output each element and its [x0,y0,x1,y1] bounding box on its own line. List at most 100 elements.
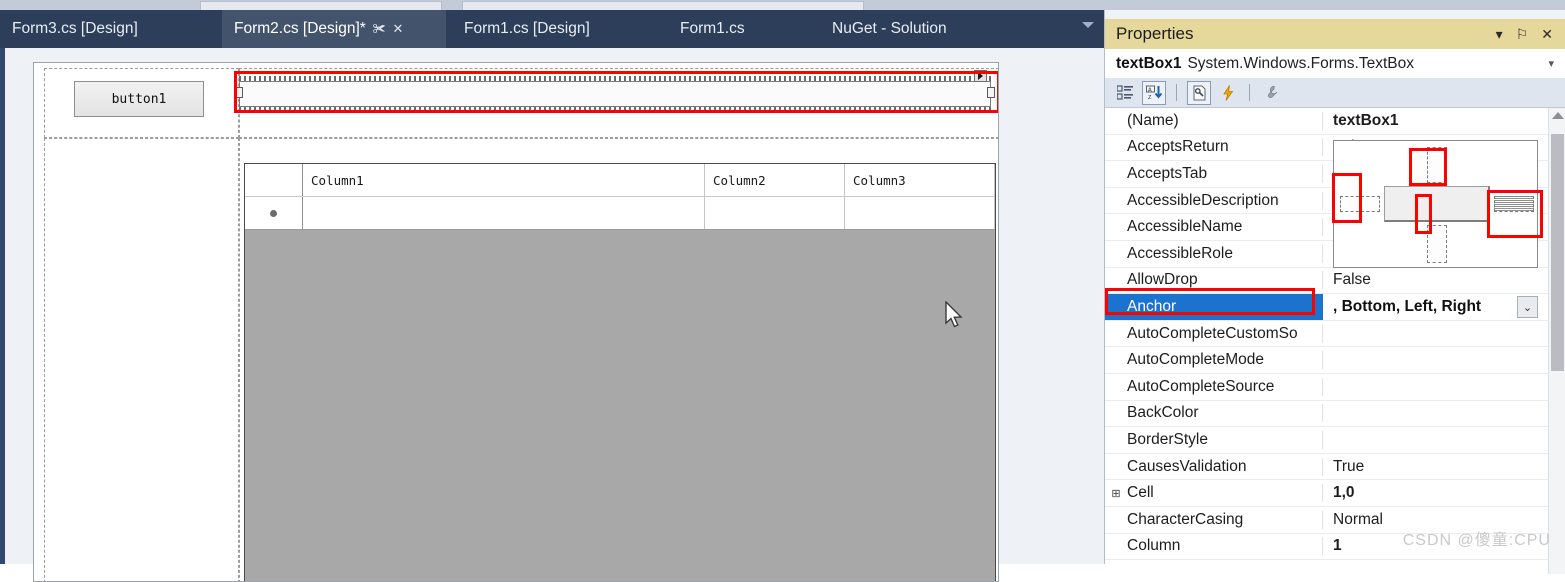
alphabetical-sort-icon[interactable]: A Z [1142,80,1166,105]
close-icon[interactable]: ✕ [393,21,404,37]
textbox1-selection-wrapper[interactable] [235,70,998,112]
tab-form1-cs[interactable]: Form1.cs [668,10,778,48]
property-row-autocompletesource[interactable]: AutoCompleteSource [1105,374,1565,401]
property-name: AutoCompleteCustomSo [1127,324,1323,343]
anchor-center-block [1384,186,1490,222]
property-name: Cell [1127,484,1323,503]
layout-cell-bottom-left [44,138,239,581]
chevron-down-icon[interactable]: ▾ [1496,26,1503,43]
property-value[interactable]: 1,0 [1323,484,1565,502]
partial-toolbar-strip [0,0,1565,11]
anchor-editor-popup[interactable] [1333,140,1538,268]
property-row-name[interactable]: (Name) textBox1 [1105,108,1565,135]
datagrid-corner-header[interactable] [245,164,303,196]
resize-handle-left[interactable] [235,87,243,98]
chevron-down-icon[interactable]: ▾ [1548,57,1554,70]
form-designer-surface[interactable]: button1 Column1 Column2 Column3 [0,48,1104,582]
property-row-backcolor[interactable]: BackColor [1105,401,1565,428]
property-name: AcceptsTab [1127,164,1323,183]
chevron-down-icon[interactable] [1082,22,1094,28]
datagrid-cell[interactable] [845,197,995,229]
watermark-text: CSDN @傻童:CPU [1402,532,1551,549]
smart-tag-icon[interactable] [974,70,987,82]
property-row-borderstyle[interactable]: BorderStyle [1105,427,1565,454]
selected-object-name: textBox1 [1116,54,1182,72]
textbox1-control[interactable] [239,81,991,107]
pin-icon[interactable]: ⚐ [1516,26,1529,43]
categorized-view-icon[interactable] [1114,82,1136,104]
property-value[interactable]: True [1323,458,1565,476]
tab-label: NuGet - Solution [832,20,947,37]
properties-scrollbar[interactable] [1548,108,1565,574]
anchor-bar-left[interactable] [1340,196,1380,212]
properties-toolbar: A Z [1105,78,1565,108]
tab-form3-design[interactable]: Form3.cs [Design] [0,10,186,48]
property-name: BackColor [1127,404,1323,423]
datagridview1-control[interactable]: Column1 Column2 Column3 [244,163,996,581]
property-name: AccessibleName [1127,218,1323,237]
property-row-autocompletecustomsource[interactable]: AutoCompleteCustomSo [1105,321,1565,348]
wrench-icon[interactable] [1260,82,1282,104]
button1-label: button1 [111,91,167,107]
row-expander-plus-icon[interactable]: ⊞ [1105,487,1127,500]
property-name: Column [1127,537,1323,556]
property-row-causesvalidation[interactable]: CausesValidation True [1105,454,1565,481]
scroll-up-arrow-icon[interactable] [1552,112,1564,119]
svg-text:Z: Z [1148,95,1152,101]
events-lightning-icon[interactable] [1217,82,1239,104]
properties-page-icon[interactable] [1187,80,1211,105]
resize-handle-right[interactable] [987,87,995,98]
tab-form2-design[interactable]: Form2.cs [Design]* ✀ ✕ [222,10,446,48]
property-name: AllowDrop [1127,271,1323,290]
datagrid-cell[interactable] [705,197,845,229]
smart-tag-triangle-icon [978,72,983,80]
editor-tab-strip: Form3.cs [Design] Form2.cs [Design]* ✀ ✕… [0,10,1104,48]
property-row-allowdrop[interactable]: AllowDrop False [1105,268,1565,295]
properties-title-bar: Properties ▾ ⚐ ✕ [1105,19,1565,49]
mouse-cursor [945,301,963,328]
datagrid-col-header-1[interactable]: Column1 [303,164,705,196]
tab-label: Form1.cs [Design] [464,20,590,37]
svg-text:A: A [1148,87,1152,93]
properties-object-selector[interactable]: textBox1 System.Windows.Forms.TextBox ▾ [1105,49,1565,79]
toolbar-separator [1249,84,1250,101]
property-value[interactable]: textBox1 [1323,112,1565,130]
datagrid-col-header-2[interactable]: Column2 [705,164,845,196]
chevron-down-icon[interactable]: ⌄ [1517,296,1538,319]
selected-object-type: System.Windows.Forms.TextBox [1187,54,1414,72]
datagrid-row-header[interactable] [245,197,303,229]
datagrid-cell[interactable] [303,197,705,229]
tab-form1-design[interactable]: Form1.cs [Design] [452,10,634,48]
property-row-cell[interactable]: ⊞ Cell 1,0 [1105,480,1565,507]
property-name: CausesValidation [1127,457,1323,476]
properties-panel: Properties ▾ ⚐ ✕ textBox1 System.Windows… [1104,10,1565,574]
anchor-bar-bottom[interactable] [1427,225,1447,263]
property-name: (Name) [1127,111,1323,130]
datagrid-new-row[interactable] [245,197,995,230]
close-icon[interactable]: ✕ [1541,26,1553,43]
property-value[interactable]: False [1323,271,1565,289]
anchor-bar-right[interactable] [1494,196,1534,212]
property-name: AutoCompleteMode [1127,351,1323,370]
tab-label: Form1.cs [680,20,745,37]
property-row-autocompletemode[interactable]: AutoCompleteMode [1105,347,1565,374]
property-name: CharacterCasing [1127,510,1323,529]
property-name: AcceptsReturn [1127,138,1323,157]
property-name: AccessibleRole [1127,244,1323,263]
page-title: Properties [1116,24,1194,43]
anchor-bar-top[interactable] [1427,147,1447,183]
new-row-dot-icon [270,209,277,217]
button1-control[interactable]: button1 [74,81,204,117]
toolbar-separator [1176,84,1177,101]
tab-nuget-solution[interactable]: NuGet - Solution [820,10,990,48]
datagrid-col-header-3[interactable]: Column3 [845,164,995,196]
tab-label: Form2.cs [Design]* [234,20,366,37]
property-row-anchor[interactable]: Anchor , Bottom, Left, Right ⌄ [1105,294,1565,321]
form2-design-canvas[interactable]: button1 Column1 Column2 Column3 [33,62,999,582]
tab-label: Form3.cs [Design] [12,20,138,37]
pin-icon[interactable]: ✀ [373,21,386,37]
scrollbar-thumb[interactable] [1551,134,1564,371]
properties-grid[interactable]: (Name) textBox1 AcceptsReturn False Acce… [1105,108,1565,574]
property-name: AutoCompleteSource [1127,377,1323,396]
property-name: AccessibleDescription [1127,191,1323,210]
